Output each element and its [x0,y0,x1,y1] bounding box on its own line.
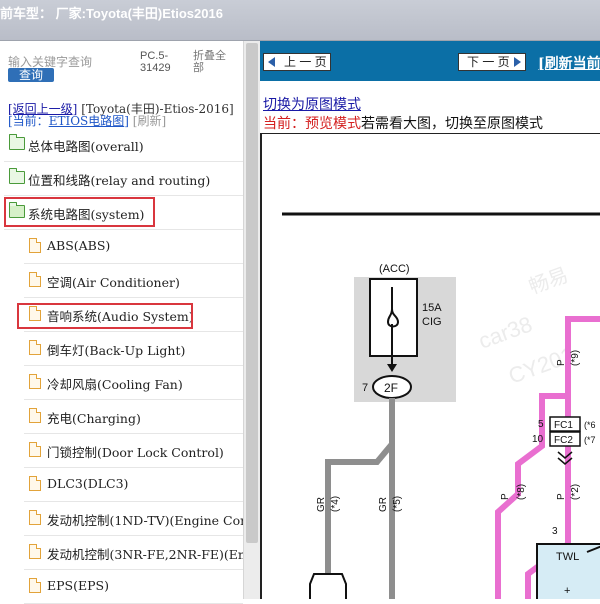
tree-doc-item[interactable]: 倒车灯(Back-Up Light) [24,331,243,366]
folder-icon [9,168,25,184]
tree-doc-item[interactable]: 冷却风扇(Cooling Fan) [24,365,243,400]
tree-item-label: 门锁控制(Door Lock Control) [47,445,224,460]
scrollbar-thumb[interactable] [246,43,258,543]
wire-label-gr-1: GR [316,497,327,512]
mode-hint: 若需看大图，切换至原图模式 [361,116,543,132]
wire-note-9: (*9) [570,350,581,366]
pin-3: 3 [552,526,558,537]
tree-folder-item[interactable]: 总体电路图(overall) [4,127,243,162]
highlight-box [4,197,155,227]
tree-item-label: 倒车灯(Back-Up Light) [47,343,186,358]
document-icon [29,238,41,253]
tree-item-label: 总体电路图(overall) [28,139,144,154]
highlight-box [17,303,193,329]
watermark-1: 畅易 [526,263,571,298]
tree-item-label: 位置和线路(relay and routing) [28,173,211,188]
plus-label: + [564,585,570,597]
tree-item-label: ABS(ABS) [47,238,111,253]
document-icon [29,476,41,491]
note-7: (*7 [584,435,596,445]
acc-label: (ACC) [379,263,410,275]
next-page-label: 下 一 页 [467,55,510,69]
tree-item-label: DLC3(DLC3) [47,476,129,491]
search-button[interactable]: 查询 [8,68,54,82]
document-icon [29,510,41,525]
tree-item-label: 空调(Air Conditioner) [47,275,180,290]
tree-item-label: 发动机控制(3NR-FE,2NR-FE)(Engine Control) [47,547,243,562]
viewer-panel: 上 一 页 下 一 页 [刷新当前 切换为原图模式 当前：预览模式若需看大图，切… [260,41,600,599]
tree-doc-item[interactable]: 门锁控制(Door Lock Control) [24,433,243,468]
current-end: ] [124,114,129,128]
viewer-toolbar: 上 一 页 下 一 页 [刷新当前 [260,41,600,81]
fc2-label: FC2 [554,435,573,446]
fuse-name: CIG [422,316,442,328]
arrow-right-icon [514,57,521,67]
refresh-current-link[interactable]: [刷新当前 [538,53,600,73]
collapse-all-link[interactable]: 折叠全部 [193,50,233,74]
document-icon [29,578,41,593]
tree-item-label: 冷却风扇(Cooling Fan) [47,377,183,392]
wire-label-p-3: P [556,493,567,500]
connector-2f-label: 2F [384,381,398,395]
arrow-left-icon [268,57,275,67]
next-page-button[interactable]: 下 一 页 [458,53,526,71]
mode-status: 当前：预览模式若需看大图，切换至原图模式 [263,113,543,133]
tree-folder-item[interactable]: 位置和线路(relay and routing) [4,161,243,196]
fc1-label: FC1 [554,420,573,431]
wire-note-5: (*5) [392,496,403,512]
tree-doc-item[interactable]: DLC3(DLC3) [24,467,243,502]
tree-doc-item[interactable]: 发动机控制(3NR-FE,2NR-FE)(Engine Control) [24,535,243,570]
tree-doc-item[interactable]: 发动机控制(1ND-TV)(Engine Control) [24,501,243,536]
current-link[interactable]: ETIOS电路图 [49,114,125,128]
note-6: (*6 [584,420,596,430]
prev-page-label: 上 一 页 [284,55,327,69]
document-icon [29,272,41,287]
wiring-diagram-image[interactable]: 畅易 car38 CY201 (ACC) 15A CIG 7 2F GR (*4… [260,133,600,599]
mode-value: 预览模式 [305,116,361,132]
wiring-diagram: 畅易 car38 CY201 (ACC) 15A CIG 7 2F GR (*4… [282,212,600,599]
folder-icon [9,134,25,150]
document-icon [29,408,41,423]
mode-prefix: 当前： [263,116,305,132]
tree-doc-item[interactable]: ABS(ABS) [24,229,243,264]
fuse-symbol [369,278,418,357]
catalog-code: PC.5-31429 [140,50,171,74]
tree-item-label: 充电(Charging) [47,411,141,426]
wire-note-8: (*8) [516,484,527,500]
scrollbar[interactable] [243,41,261,599]
tree-doc-item[interactable]: 空调(Air Conditioner) [24,263,243,298]
pin-10: 10 [532,434,544,445]
current-label: [当前： [8,114,49,128]
twl-label: TWL [556,551,579,563]
refresh-link[interactable]: [刷新] [133,114,166,128]
document-icon [29,544,41,559]
wire-label-p-2: P [500,493,511,500]
ground-connector [309,573,347,599]
wire-label-gr-2: GR [378,497,389,512]
switch-original-link[interactable]: 切换为原图模式 [263,94,361,114]
fuse-amp: 15A [422,302,442,314]
tree-item-label: EPS(EPS) [47,578,109,593]
vehicle-title: 前车型： 厂家:Toyota(丰田)Etios2016 [0,6,223,21]
document-icon [29,442,41,457]
prev-page-button[interactable]: 上 一 页 [263,53,331,71]
wire-label-p-1: P [556,359,567,366]
pin-5: 5 [538,419,544,430]
wire-note-2: (*2) [570,484,581,500]
document-icon [29,340,41,355]
wire-note-4: (*4) [330,496,341,512]
tree-doc-item[interactable]: 充电(Charging) [24,399,243,434]
document-icon [29,374,41,389]
tree-item-label: 发动机控制(1ND-TV)(Engine Control) [47,513,243,528]
watermark-2: car38 [475,311,535,353]
pin-7: 7 [362,382,368,394]
title-bar: 前车型： 厂家:Toyota(丰田)Etios2016 [0,0,600,41]
